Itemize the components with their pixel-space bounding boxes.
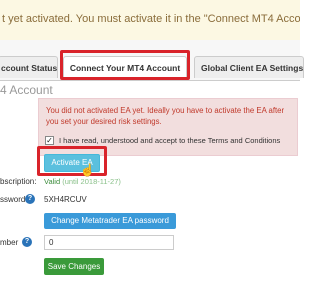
tab-account-status[interactable]: ccount Status (0, 56, 58, 78)
save-changes-button[interactable]: Save Changes (44, 258, 104, 275)
alert-message: You did not activated EA yet. Ideally yo… (46, 106, 285, 126)
subscription-status: Valid (until 2018-11-27) (44, 177, 121, 186)
section-title: 4 Account (0, 83, 53, 97)
number-input[interactable]: 0 (44, 235, 174, 250)
tab-global-client-ea-settings[interactable]: Global Client EA Settings (194, 56, 304, 78)
subscription-label: bscription: (0, 177, 37, 186)
password-info-icon[interactable]: ? (25, 194, 35, 204)
subscription-status-value: Valid (44, 177, 61, 186)
terms-checkbox-label: I have read, understood and accept to th… (59, 136, 281, 145)
password-label: ssword (0, 195, 26, 204)
pointer-cursor-icon: ☝ (80, 163, 95, 177)
activation-warning-text: t yet activated. You must activate it in… (2, 13, 300, 25)
number-info-icon[interactable]: ? (22, 237, 32, 247)
activate-highlight-box (37, 146, 107, 176)
change-password-button[interactable]: Change Metatrader EA password (44, 213, 176, 229)
subscription-date: (until 2018-11-27) (62, 177, 121, 186)
activation-warning-bar: t yet activated. You must activate it in… (0, 0, 300, 41)
password-value: 5XH4RCUV (44, 195, 87, 204)
terms-checkbox[interactable]: ✓ (45, 136, 54, 145)
tab-highlight-box (60, 50, 190, 80)
number-label: mber (0, 238, 19, 247)
